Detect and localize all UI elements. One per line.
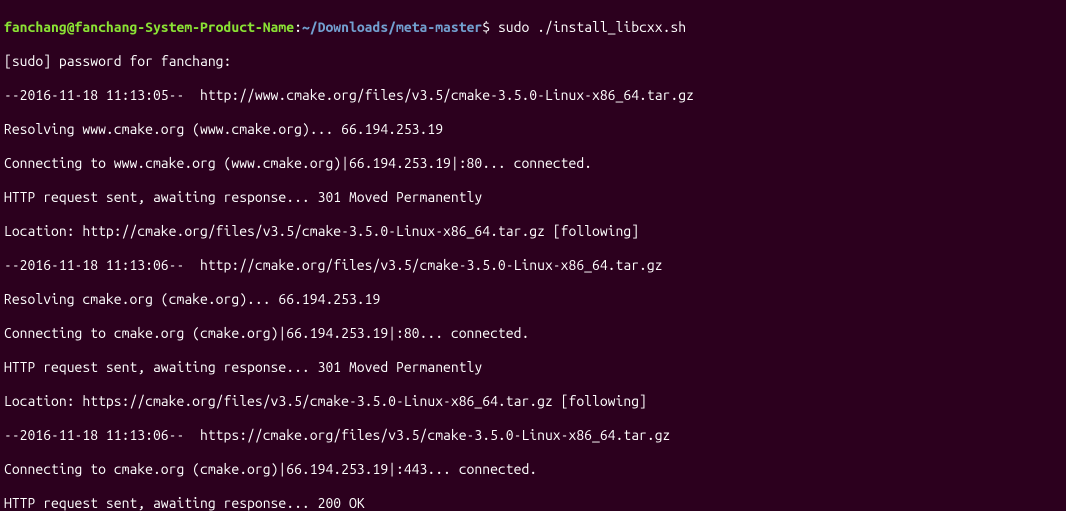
- output-line: Connecting to www.cmake.org (www.cmake.o…: [4, 155, 1062, 172]
- output-line: Resolving www.cmake.org (www.cmake.org).…: [4, 121, 1062, 138]
- prompt-path: ~/Downloads/meta-master: [302, 19, 482, 35]
- output-line: Connecting to cmake.org (cmake.org)|66.1…: [4, 461, 1062, 478]
- prompt-sep1: :: [294, 19, 302, 35]
- prompt-sep2: $: [482, 19, 498, 35]
- output-line: --2016-11-18 11:13:05-- http://www.cmake…: [4, 87, 1062, 104]
- output-line: --2016-11-18 11:13:06-- https://cmake.or…: [4, 427, 1062, 444]
- terminal-output[interactable]: fanchang@fanchang-System-Product-Name:~/…: [0, 0, 1066, 511]
- output-line: HTTP request sent, awaiting response... …: [4, 189, 1062, 206]
- output-line: Connecting to cmake.org (cmake.org)|66.1…: [4, 325, 1062, 342]
- output-line: Location: https://cmake.org/files/v3.5/c…: [4, 393, 1062, 410]
- prompt-userhost: fanchang@fanchang-System-Product-Name: [4, 19, 294, 35]
- output-line: HTTP request sent, awaiting response... …: [4, 359, 1062, 376]
- output-line: Resolving cmake.org (cmake.org)... 66.19…: [4, 291, 1062, 308]
- output-line: --2016-11-18 11:13:06-- http://cmake.org…: [4, 257, 1062, 274]
- command-text: sudo ./install_libcxx.sh: [498, 19, 686, 35]
- prompt-line: fanchang@fanchang-System-Product-Name:~/…: [4, 19, 1062, 36]
- output-line: HTTP request sent, awaiting response... …: [4, 495, 1062, 511]
- output-line: Location: http://cmake.org/files/v3.5/cm…: [4, 223, 1062, 240]
- output-line: [sudo] password for fanchang:: [4, 53, 1062, 70]
